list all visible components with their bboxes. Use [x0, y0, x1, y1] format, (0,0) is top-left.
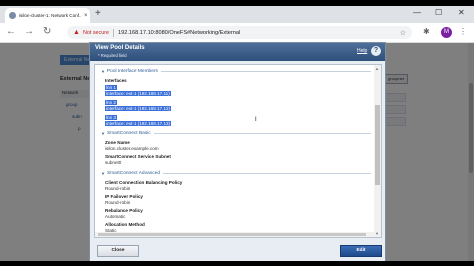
section-divider [163, 173, 371, 174]
help-icon[interactable]: ? [371, 46, 381, 56]
dialog-body: ▼ Pool Interface Members Interfaces lnn … [94, 64, 382, 238]
dialog-vertical-scrollbar[interactable]: ▲ ▼ [374, 65, 381, 237]
favicon-icon [9, 12, 16, 19]
dialog-horizontal-scrollbar[interactable] [95, 232, 374, 237]
vertical-scrollbar-thumb[interactable] [375, 105, 380, 185]
tab-close-icon[interactable]: × [84, 13, 88, 19]
screen: isilon-cluster-1: Network Conf... × + — … [0, 0, 474, 266]
client-policy-label: Client Connection Balancing Policy [105, 180, 183, 185]
service-subnet-value: subnet0 [105, 160, 122, 165]
collapse-arrow-icon[interactable]: ▼ [101, 131, 105, 136]
section-pool-interface-members[interactable]: ▼ Pool Interface Members [101, 69, 371, 74]
rebalance-label: Rebalance Policy [105, 208, 143, 213]
dialog-title: View Pool Details [95, 45, 145, 51]
required-field-note: * Required field [98, 53, 127, 58]
tab-title: isilon-cluster-1: Network Conf... [19, 13, 81, 18]
ip-failover-value: Round-robin [105, 200, 131, 205]
bookmark-star-icon[interactable]: ☆ [400, 29, 406, 37]
edit-button[interactable]: Edit [340, 245, 382, 257]
zone-name-value: isilon.cluster.example.com [105, 146, 159, 151]
security-label[interactable]: Not secure [83, 30, 109, 36]
profile-avatar[interactable]: M [441, 27, 452, 38]
window-close-icon[interactable]: ✕ [458, 8, 465, 17]
rebalance-value: Automatic [105, 214, 126, 219]
interface-address[interactable]: interface: ext-1 (192.168.17.13) [105, 121, 172, 126]
browser-tabstrip: isilon-cluster-1: Network Conf... × + — … [0, 6, 474, 23]
help-link[interactable]: Help [357, 48, 367, 54]
section-divider [153, 133, 371, 134]
reload-icon[interactable]: ↻ [43, 26, 51, 37]
omnibox-divider [113, 28, 115, 37]
text-cursor-icon: I [255, 117, 257, 123]
allocation-label: Allocation Method [105, 222, 145, 227]
interface-address[interactable]: interface: ext-1 (192.168.17.11) [105, 91, 171, 96]
section-smartconnect-advanced[interactable]: ▼ SmartConnect Advanced [101, 171, 371, 176]
section-smartconnect-basic[interactable]: ▼ SmartConnect Basic [101, 131, 371, 136]
menu-icon[interactable]: ⋮ [459, 27, 467, 36]
warning-icon: ▲ [73, 29, 80, 36]
browser-toolbar: ← → ↻ ▲ Not secure 192.168.17.10:8080/On… [0, 23, 474, 43]
view-pool-details-dialog: View Pool Details * Required field Help … [89, 42, 386, 262]
service-subnet-label: SmartConnect Service Subnet [105, 154, 171, 159]
interface-node[interactable]: lnn 3 [105, 115, 117, 120]
letterbox-bottom [0, 261, 474, 266]
collapse-arrow-icon[interactable]: ▼ [101, 171, 105, 176]
interface-node[interactable]: lnn 1 [105, 85, 117, 90]
address-bar[interactable]: ▲ Not secure 192.168.17.10:8080/OneFS#Ne… [67, 26, 412, 39]
scroll-down-icon[interactable]: ▼ [375, 231, 379, 236]
zone-name-label: Zone Name [105, 140, 130, 145]
collapse-arrow-icon[interactable]: ▼ [101, 69, 105, 74]
maximize-icon[interactable]: ☐ [435, 8, 442, 17]
ip-failover-label: IP Failover Policy [105, 194, 143, 199]
close-button[interactable]: Close [97, 245, 139, 257]
minimize-icon[interactable]: — [413, 8, 421, 17]
forward-icon[interactable]: → [24, 26, 34, 37]
url-text[interactable]: 192.168.17.10:8080/OneFS#Networking/Exte… [118, 30, 240, 36]
section-title: SmartConnect Basic [106, 131, 151, 136]
section-title: Pool Interface Members [106, 69, 158, 74]
interfaces-label: Interfaces [105, 78, 127, 83]
client-policy-value: Round-robin [105, 186, 131, 191]
extensions-icon[interactable]: ✱ [423, 27, 430, 36]
dialog-header: View Pool Details * Required field Help … [90, 43, 385, 61]
back-icon[interactable]: ← [6, 26, 16, 37]
scroll-up-icon[interactable]: ▲ [375, 66, 379, 71]
section-title: SmartConnect Advanced [106, 171, 161, 176]
horizontal-scrollbar-thumb[interactable] [98, 233, 366, 236]
interface-node[interactable]: lnn 2 [105, 100, 117, 105]
interface-address[interactable]: interface: ext-1 (192.168.17.12) [105, 106, 172, 111]
new-tab-icon[interactable]: + [95, 8, 101, 19]
browser-tab[interactable]: isilon-cluster-1: Network Conf... × [5, 8, 90, 23]
section-divider [160, 71, 371, 72]
